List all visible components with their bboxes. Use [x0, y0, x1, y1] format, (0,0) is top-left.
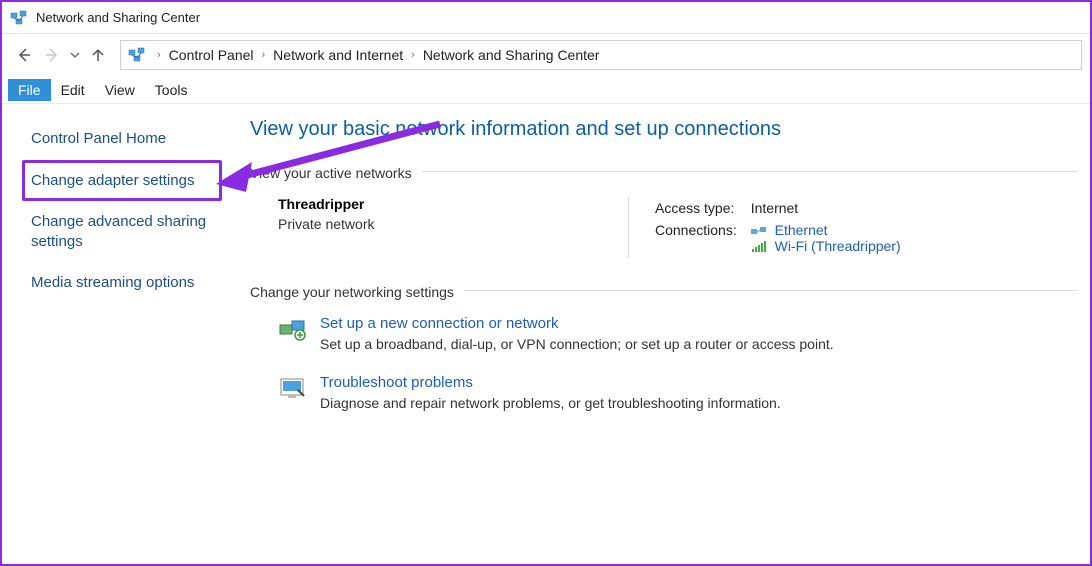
sidebar: Control Panel Home Change adapter settin…	[2, 104, 232, 566]
window-root: Network and Sharing Center	[0, 0, 1092, 566]
body: Control Panel Home Change adapter settin…	[2, 104, 1090, 566]
setup-connection-description: Set up a broadband, dial-up, or VPN conn…	[320, 336, 834, 352]
active-network-row: Threadripper Private network Access type…	[250, 196, 1078, 258]
network-center-icon	[10, 9, 28, 27]
nav-forward-button[interactable]	[38, 41, 66, 69]
addressbar[interactable]: › Control Panel › Network and Internet ›…	[120, 40, 1082, 70]
chevron-right-icon: ›	[262, 49, 266, 61]
nav-up-button[interactable]	[84, 41, 112, 69]
troubleshoot-link[interactable]: Troubleshoot problems	[320, 374, 781, 391]
navbar: › Control Panel › Network and Internet ›…	[2, 34, 1090, 76]
connection-ethernet-link[interactable]: Ethernet	[775, 222, 828, 238]
setup-connection-link[interactable]: Set up a new connection or network	[320, 315, 834, 332]
connection-wifi-link[interactable]: Wi-Fi (Threadripper)	[775, 238, 901, 254]
network-type: Private network	[278, 216, 628, 232]
setup-connection-item: Set up a new connection or network Set u…	[250, 315, 1078, 352]
menu-tools[interactable]: Tools	[145, 79, 198, 101]
menu-edit[interactable]: Edit	[51, 79, 95, 101]
troubleshoot-icon	[278, 374, 308, 404]
change-settings-section: Change your networking settings Set	[250, 284, 1078, 411]
chevron-right-icon: ›	[411, 49, 415, 61]
section-label-active-networks: View your active networks	[250, 165, 422, 181]
window-title: Network and Sharing Center	[36, 10, 200, 25]
setup-connection-icon	[278, 315, 308, 345]
network-identity: Threadripper Private network	[278, 196, 628, 232]
sidebar-change-advanced-sharing[interactable]: Change advanced sharing settings	[22, 201, 222, 262]
ethernet-icon	[751, 225, 767, 237]
troubleshoot-description: Diagnose and repair network problems, or…	[320, 395, 781, 411]
sidebar-control-panel-home[interactable]: Control Panel Home	[22, 118, 222, 160]
page-heading: View your basic network information and …	[250, 118, 1078, 141]
menu-file[interactable]: File	[8, 79, 51, 101]
sidebar-change-adapter-settings[interactable]: Change adapter settings	[22, 160, 222, 202]
main-content: View your basic network information and …	[232, 104, 1090, 566]
breadcrumb-item[interactable]: Network and Sharing Center	[419, 45, 604, 65]
network-name: Threadripper	[278, 196, 628, 212]
network-details: Access type: Internet Connections:	[628, 196, 909, 258]
menubar: File Edit View Tools	[2, 76, 1090, 104]
network-center-icon	[127, 45, 147, 65]
titlebar: Network and Sharing Center	[2, 2, 1090, 34]
section-label-change-settings: Change your networking settings	[250, 284, 464, 300]
wifi-signal-icon	[751, 241, 767, 253]
breadcrumb-item[interactable]: Control Panel	[165, 45, 258, 65]
nav-history-dropdown[interactable]	[66, 41, 84, 69]
breadcrumb-item[interactable]: Network and Internet	[269, 45, 407, 65]
connections-label: Connections:	[649, 220, 743, 256]
access-type-value: Internet	[745, 198, 907, 218]
sidebar-media-streaming-options[interactable]: Media streaming options	[22, 262, 222, 304]
active-networks-section: View your active networks Threadripper P…	[250, 165, 1078, 258]
menu-view[interactable]: View	[95, 79, 145, 101]
nav-back-button[interactable]	[10, 41, 38, 69]
troubleshoot-item: Troubleshoot problems Diagnose and repai…	[250, 374, 1078, 411]
chevron-right-icon: ›	[157, 49, 161, 61]
access-type-label: Access type:	[649, 198, 743, 218]
